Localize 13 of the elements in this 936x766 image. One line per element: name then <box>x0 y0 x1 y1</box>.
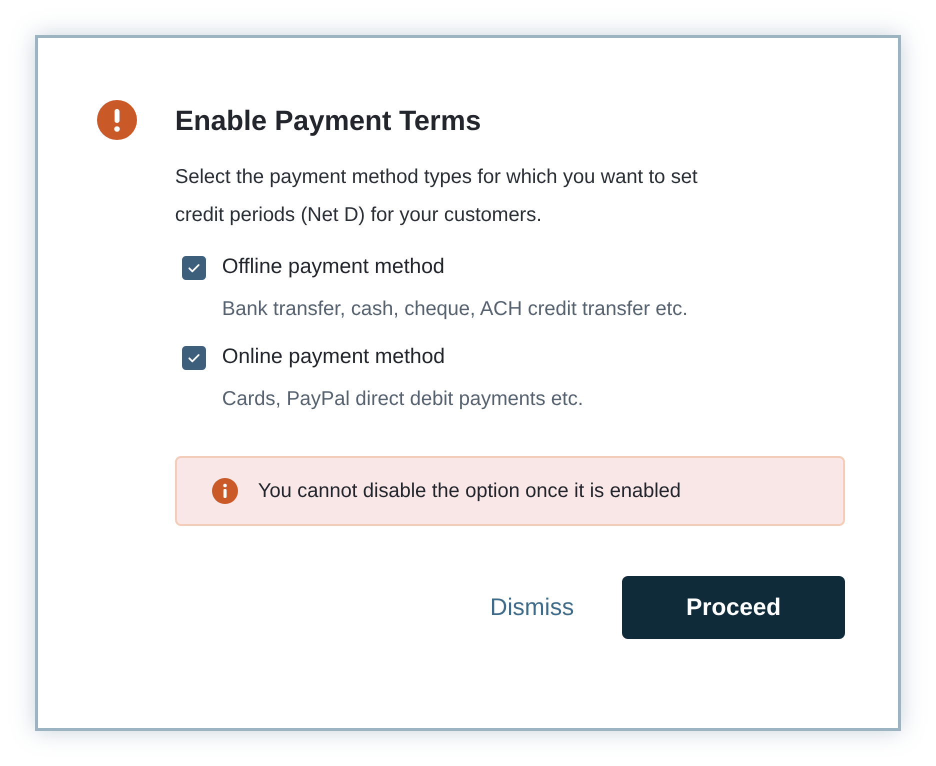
dialog-description: Select the payment method types for which you want to set credit periods (Net D) for your customers. <box>175 165 698 228</box>
checkbox[interactable] <box>182 256 206 280</box>
option-hint: Bank transfer, cash, cheque, ACH credit transfer etc. <box>222 297 688 322</box>
option-label: Online payment method <box>222 344 446 370</box>
dialog-title: Enable Payment Terms <box>175 104 482 138</box>
checkbox[interactable] <box>182 346 206 370</box>
option-label: Offline payment method <box>222 254 446 280</box>
info-icon <box>212 478 238 504</box>
warning-icon <box>97 100 137 140</box>
dismiss-button[interactable]: Dismiss <box>490 594 574 622</box>
proceed-button[interactable]: Proceed <box>622 576 845 639</box>
option-hint: Cards, PayPal direct debit payments etc. <box>222 387 584 412</box>
alert-message: You cannot disable the option once it is enabled <box>258 480 681 502</box>
